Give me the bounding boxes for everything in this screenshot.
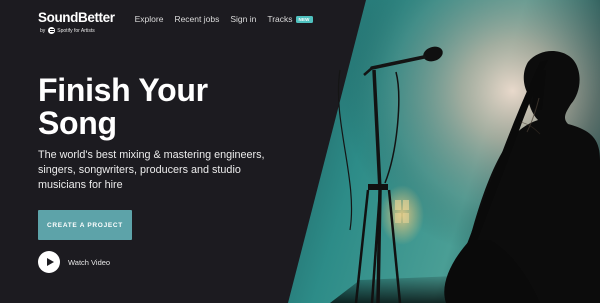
byline: by Spotify for Artists <box>38 27 115 34</box>
nav-sign-in-link[interactable]: Sign in <box>230 14 256 24</box>
soundbetter-logo[interactable]: SoundBetter <box>38 10 115 26</box>
hero-section: SoundBetter by Spotify for Artists Explo… <box>0 0 600 303</box>
nav-links: Explore Recent jobs Sign in Tracks NEW <box>135 14 324 24</box>
byline-by: by <box>40 27 46 34</box>
nav-recent-jobs-link[interactable]: Recent jobs <box>174 14 219 24</box>
nav-explore-link[interactable]: Explore <box>135 14 164 24</box>
spotify-icon <box>48 27 56 34</box>
top-navigation: SoundBetter by Spotify for Artists Explo… <box>38 10 324 40</box>
new-badge: NEW <box>295 16 313 23</box>
create-project-button[interactable]: CREATE A PROJECT <box>38 210 132 240</box>
hero-headline-line-1: Finish Your <box>38 72 208 108</box>
watch-video-label: Watch Video <box>68 257 111 267</box>
nav-tracks-label: Tracks <box>267 14 293 24</box>
byline-partner: Spotify for Artists <box>57 27 95 34</box>
brand[interactable]: SoundBetter by Spotify for Artists <box>38 10 115 34</box>
nav-tracks-link[interactable]: Tracks NEW <box>267 14 313 24</box>
hero-headline: Finish Your Song <box>38 74 208 140</box>
hero-headline-line-2: Song <box>38 105 117 141</box>
watch-video-link[interactable]: Watch Video <box>38 251 110 273</box>
hero-subtitle: The world's best mixing & mastering engi… <box>38 149 265 191</box>
play-icon[interactable] <box>38 251 60 273</box>
